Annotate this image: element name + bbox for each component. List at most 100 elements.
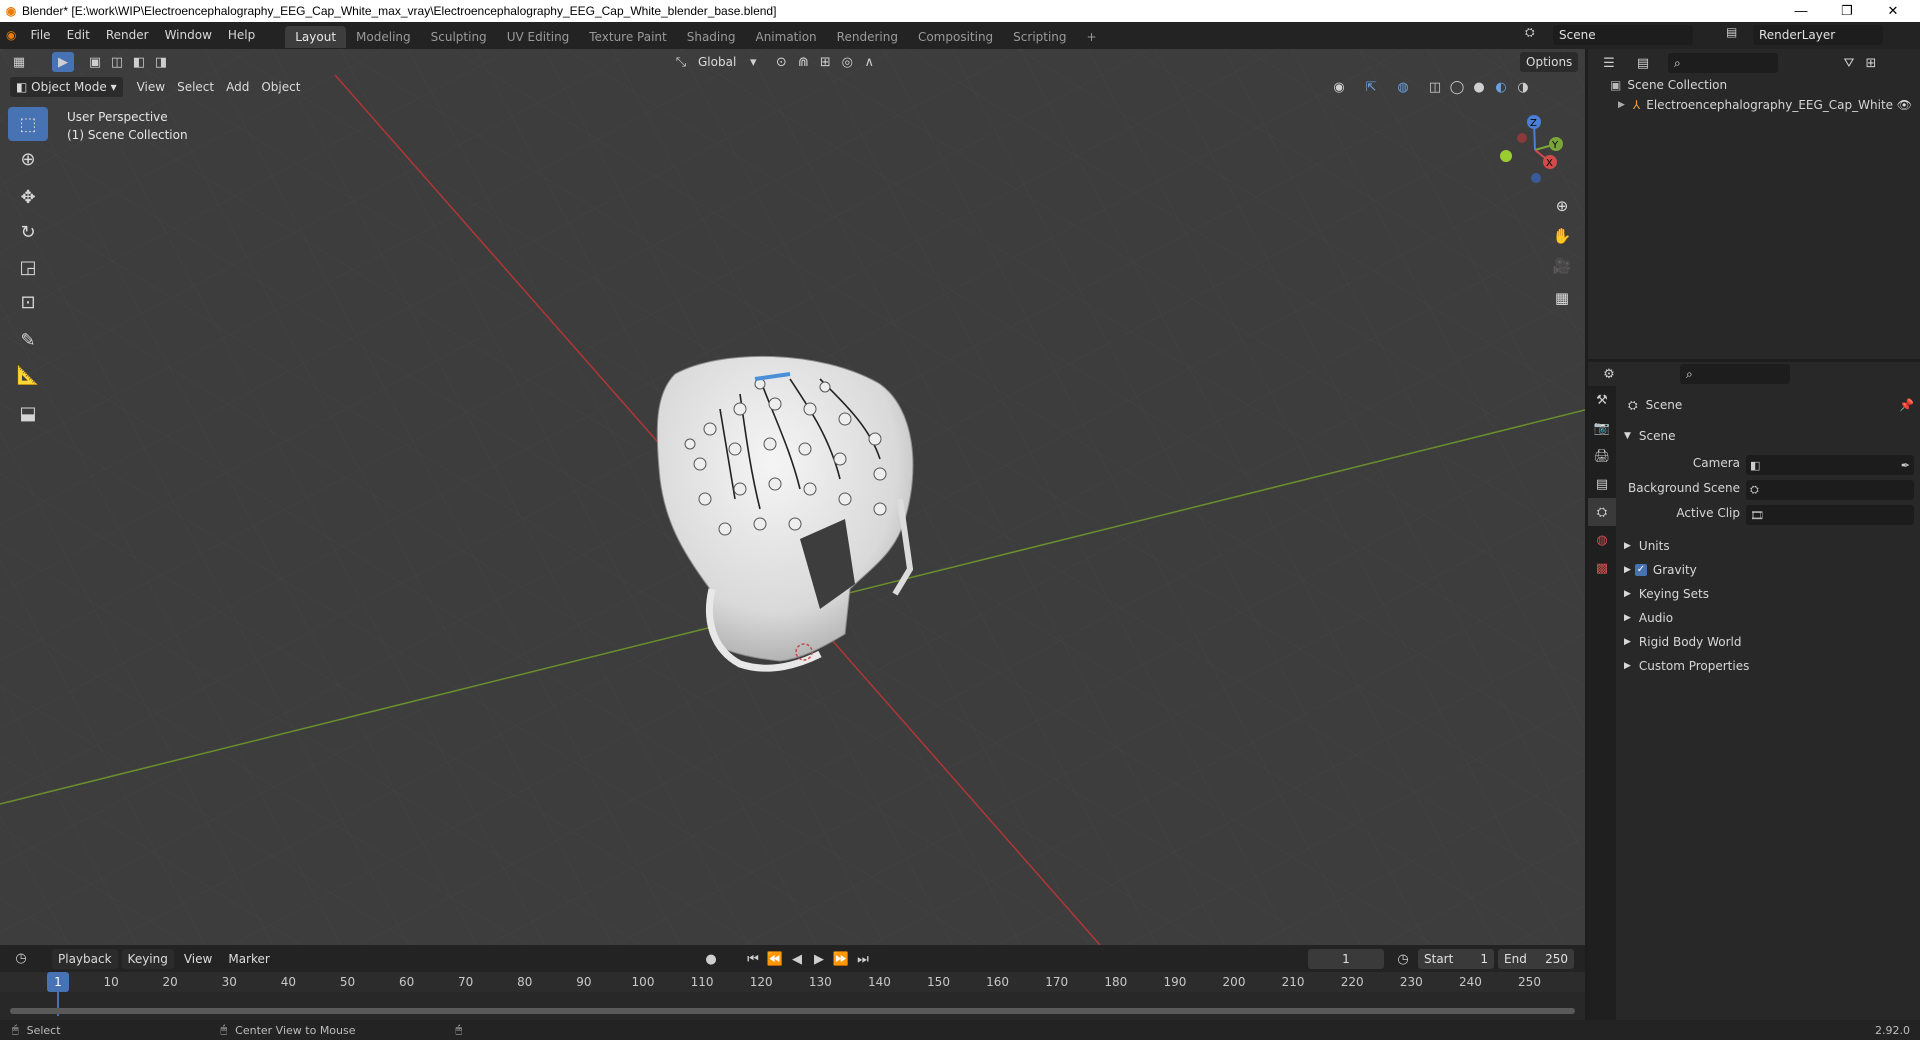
- keying-dropdown[interactable]: Keying: [121, 948, 174, 969]
- audio-panel[interactable]: ▶ Audio: [1618, 607, 1918, 629]
- add-cube-tool-icon[interactable]: ⬓: [8, 396, 48, 430]
- play-icon[interactable]: ▶: [808, 949, 830, 969]
- units-panel[interactable]: ▶ Units: [1618, 535, 1918, 557]
- renderlayer-icon[interactable]: ▤: [1726, 25, 1737, 39]
- marker-menu[interactable]: Marker: [222, 949, 275, 969]
- camera-view-icon[interactable]: 🎥: [1548, 252, 1576, 280]
- end-frame-field[interactable]: End 250: [1498, 949, 1574, 969]
- select-box-mode-icon[interactable]: ▶: [52, 52, 74, 72]
- chevron-down-icon[interactable]: ▾: [742, 52, 764, 72]
- xray-toggle-icon[interactable]: ◫: [1424, 77, 1446, 97]
- scene-field[interactable]: Scene: [1553, 25, 1693, 45]
- tab-shading[interactable]: Shading: [677, 26, 746, 48]
- current-frame-field[interactable]: 1: [1308, 949, 1384, 969]
- outliner-search-field[interactable]: ⌕: [1668, 53, 1778, 73]
- overlay-toggle-icon[interactable]: ◍: [1392, 77, 1414, 97]
- camera-field[interactable]: ◧ ✒: [1746, 455, 1914, 475]
- timeline-view-menu[interactable]: View: [178, 949, 218, 969]
- timeline-ruler[interactable]: 1 10 20 30 40 50 60 70 80 90 100 110 120 130 140 150 160…: [0, 972, 1585, 1016]
- active-clip-field[interactable]: 🎞: [1746, 505, 1914, 525]
- menu-render[interactable]: Render: [98, 22, 157, 49]
- tab-sculpting[interactable]: Sculpting: [421, 26, 497, 48]
- select-extend-icon[interactable]: ◫: [106, 52, 128, 72]
- pivot-point-icon[interactable]: ⊙: [770, 52, 792, 72]
- 3d-viewport[interactable]: [0, 49, 1585, 945]
- menu-add[interactable]: Add: [220, 77, 255, 97]
- menu-view[interactable]: View: [131, 77, 171, 97]
- snap-target-icon[interactable]: ⊞: [814, 52, 836, 72]
- tab-compositing[interactable]: Compositing: [908, 26, 1003, 48]
- jump-keyframe-forward-icon[interactable]: ⏩: [830, 949, 852, 969]
- outliner-item-row[interactable]: ▶ ⅄ Electroencephalography_EEG_Cap_White…: [1618, 98, 1916, 112]
- scene-panel-header[interactable]: ▼ Scene: [1618, 425, 1918, 447]
- tool-tab-icon[interactable]: ⚒: [1588, 386, 1616, 414]
- visibility-icon[interactable]: ◉: [1328, 77, 1350, 97]
- zoom-icon[interactable]: ⊕: [1548, 192, 1576, 220]
- rendered-shading-icon[interactable]: ◑: [1512, 77, 1534, 97]
- select-intersect-icon[interactable]: ◨: [150, 52, 172, 72]
- gravity-checkbox[interactable]: ✓: [1634, 564, 1647, 576]
- ortho-grid-icon[interactable]: ▦: [1548, 284, 1576, 312]
- eyedropper-icon[interactable]: ✒: [1901, 459, 1910, 472]
- auto-keying-icon[interactable]: ●: [700, 949, 722, 969]
- scene-selector-icon[interactable]: ⛭: [1525, 25, 1535, 40]
- restore-button[interactable]: ❐: [1824, 0, 1870, 22]
- tab-scripting[interactable]: Scripting: [1003, 26, 1076, 48]
- menu-object[interactable]: Object: [255, 77, 306, 97]
- gizmo-neg-y[interactable]: [1500, 150, 1512, 162]
- expand-arrow-icon[interactable]: ▶: [1618, 100, 1625, 110]
- tab-texture-paint[interactable]: Texture Paint: [579, 26, 676, 48]
- measure-tool-icon[interactable]: 📐: [8, 358, 48, 392]
- rigid-body-world-panel[interactable]: ▶ Rigid Body World: [1618, 631, 1918, 653]
- filter-icon[interactable]: ⛛: [1838, 53, 1860, 73]
- tab-uv-editing[interactable]: UV Editing: [497, 26, 580, 48]
- cursor-tool-icon[interactable]: ⊕: [8, 142, 48, 176]
- pin-icon[interactable]: 📌: [1899, 398, 1914, 412]
- keying-sets-panel[interactable]: ▶ Keying Sets: [1618, 583, 1918, 605]
- tab-rendering[interactable]: Rendering: [827, 26, 908, 48]
- wireframe-shading-icon[interactable]: ◯: [1446, 77, 1468, 97]
- transform-tool-icon[interactable]: ⊡: [8, 285, 48, 319]
- gizmo-neg-x[interactable]: [1517, 133, 1527, 143]
- close-button[interactable]: ✕: [1870, 0, 1916, 22]
- gravity-panel[interactable]: ▶ ✓ Gravity: [1618, 559, 1918, 581]
- add-workspace-button[interactable]: +: [1077, 26, 1107, 48]
- display-mode-icon[interactable]: ▤: [1632, 53, 1654, 73]
- solid-shading-icon[interactable]: ●: [1468, 77, 1490, 97]
- play-reverse-icon[interactable]: ◀: [786, 949, 808, 969]
- outliner-editor-icon[interactable]: ☰: [1598, 53, 1620, 73]
- move-tool-icon[interactable]: ✥: [8, 180, 48, 214]
- transform-orientation-icon[interactable]: ⤡: [670, 52, 692, 72]
- jump-start-icon[interactable]: ⏮: [742, 949, 764, 969]
- menu-help[interactable]: Help: [220, 22, 263, 49]
- new-collection-icon[interactable]: ⊞: [1860, 53, 1882, 73]
- annotate-tool-icon[interactable]: ✎: [8, 323, 48, 357]
- timeline-scrollbar[interactable]: [10, 1008, 1575, 1014]
- blender-menu-icon[interactable]: ◉: [0, 22, 22, 49]
- menu-window[interactable]: Window: [157, 22, 220, 49]
- options-dropdown[interactable]: Options: [1520, 52, 1579, 72]
- proportional-edit-icon[interactable]: ◎: [836, 52, 858, 72]
- clock-icon[interactable]: ◷: [1392, 949, 1414, 969]
- properties-editor-icon[interactable]: ⚙: [1598, 364, 1620, 384]
- editor-type-icon[interactable]: ▦: [8, 52, 30, 72]
- timeline-editor-icon[interactable]: ◷: [10, 949, 32, 969]
- world-tab-icon[interactable]: ◍: [1588, 526, 1616, 554]
- renderlayer-field[interactable]: RenderLayer: [1753, 25, 1883, 45]
- snap-icon[interactable]: ⋒: [792, 52, 814, 72]
- texture-tab-icon[interactable]: ▩: [1588, 554, 1616, 582]
- menu-edit[interactable]: Edit: [59, 22, 98, 49]
- object-mode-dropdown[interactable]: ◧ Object Mode ▾: [10, 77, 123, 97]
- falloff-icon[interactable]: ∧: [858, 52, 880, 72]
- render-tab-icon[interactable]: 📷: [1588, 414, 1616, 442]
- background-scene-field[interactable]: ⛭: [1746, 480, 1914, 500]
- gizmo-neg-z[interactable]: [1531, 173, 1541, 183]
- tab-animation[interactable]: Animation: [745, 26, 826, 48]
- tab-layout[interactable]: Layout: [285, 25, 347, 48]
- scale-tool-icon[interactable]: ◲: [8, 250, 48, 284]
- jump-keyframe-back-icon[interactable]: ⏪: [764, 949, 786, 969]
- playback-dropdown[interactable]: Playback: [52, 948, 118, 969]
- menu-select[interactable]: Select: [171, 77, 220, 97]
- pan-hand-icon[interactable]: ✋: [1548, 222, 1576, 250]
- eye-visibility-icon[interactable]: 👁: [1897, 98, 1912, 112]
